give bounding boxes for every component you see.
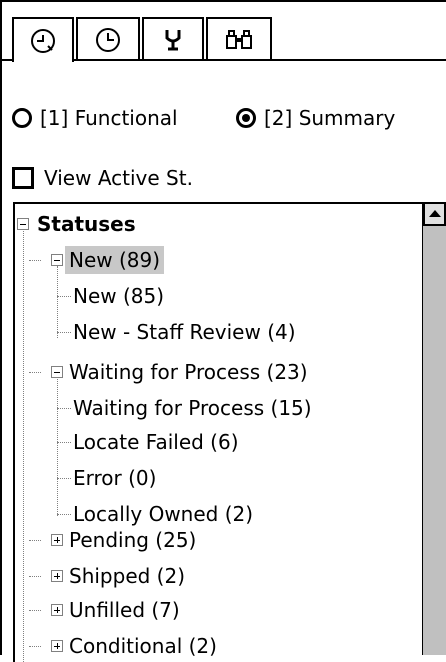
view-active-label: View Active St.: [44, 166, 193, 190]
expand-icon[interactable]: [51, 604, 63, 616]
tab-clock-arrow[interactable]: [12, 17, 74, 62]
collapse-icon[interactable]: [17, 218, 29, 230]
tree-node[interactable]: Waiting for Process (15): [73, 394, 312, 422]
collapse-icon[interactable]: [51, 254, 63, 266]
status-tree: Statuses New (89) New (85) New - Staff R…: [13, 202, 446, 662]
radio-checked-icon: [236, 108, 256, 128]
summary-label: [2] Summary: [264, 106, 396, 130]
tree-node[interactable]: New (85): [73, 282, 164, 310]
tree-node-new[interactable]: New (89): [65, 246, 165, 274]
top-border: [0, 0, 446, 2]
tab-binoculars[interactable]: [206, 17, 272, 60]
tab-history-clock[interactable]: [76, 17, 140, 60]
scroll-up-arrow-icon[interactable]: [423, 202, 446, 226]
tree-node[interactable]: Error (0): [73, 464, 156, 492]
left-border: [0, 0, 2, 655]
clock-arrow-icon: [28, 26, 58, 56]
collapse-icon[interactable]: [51, 366, 63, 378]
expand-icon[interactable]: [51, 640, 63, 652]
tab-trophy[interactable]: [142, 17, 204, 60]
expand-icon[interactable]: [51, 534, 63, 546]
tree-node[interactable]: Locate Failed (6): [73, 428, 239, 456]
tree-scrollbar[interactable]: [422, 202, 446, 655]
history-clock-icon: [93, 25, 123, 55]
summary-radio[interactable]: [2] Summary: [236, 106, 395, 130]
tree-node-shipped[interactable]: Shipped (2): [69, 562, 185, 590]
view-active-checkbox[interactable]: View Active St.: [12, 166, 193, 190]
checkbox-icon: [12, 167, 34, 189]
functional-label: [1] Functional: [40, 106, 178, 130]
tree-node[interactable]: Locally Owned (2): [73, 500, 253, 528]
binoculars-icon: [224, 28, 254, 52]
radio-unchecked-icon: [12, 108, 32, 128]
functional-radio[interactable]: [1] Functional: [12, 106, 178, 130]
tree-node-waiting[interactable]: Waiting for Process (23): [69, 358, 308, 386]
tree-node-unfilled[interactable]: Unfilled (7): [69, 596, 180, 624]
tree-root-statuses[interactable]: Statuses: [37, 210, 136, 238]
tree-node[interactable]: New - Staff Review (4): [73, 318, 296, 346]
expand-icon[interactable]: [51, 570, 63, 582]
tree-node-pending[interactable]: Pending (25): [69, 526, 196, 554]
tree-node-conditional[interactable]: Conditional (2): [69, 632, 217, 660]
trophy-icon: [160, 26, 186, 54]
status-panel: [1] Functional [2] Summary View Active S…: [0, 0, 446, 662]
